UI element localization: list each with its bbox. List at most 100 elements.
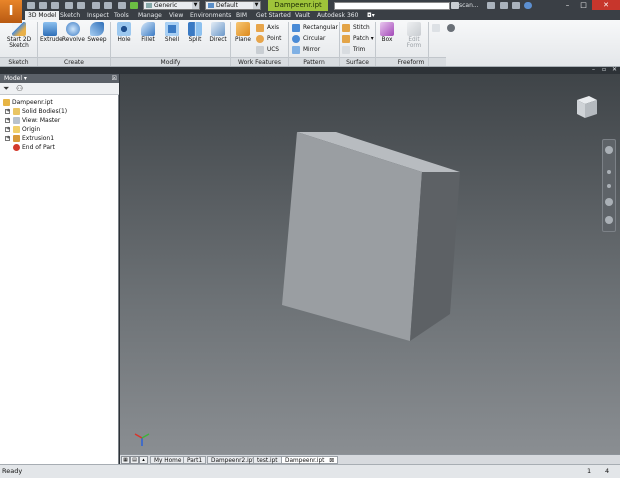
convert-icon (432, 24, 440, 32)
undo-icon[interactable] (65, 2, 73, 9)
document-list-icon[interactable]: ▴ (139, 456, 148, 464)
select-icon[interactable] (118, 2, 126, 9)
split-button[interactable]: Split (185, 22, 205, 43)
doc-tab-dampeenr[interactable]: Dampeenr.ipt ⊠ (281, 456, 339, 464)
panel-label-work-features[interactable]: Work Features (231, 57, 288, 66)
tab-environments[interactable]: Environments (187, 11, 234, 20)
settings-dropdown[interactable] (447, 23, 458, 33)
panel-label-sketch[interactable]: Sketch (0, 57, 37, 66)
panel-label-freeform[interactable]: Freeform (376, 57, 446, 66)
tab-tools[interactable]: Tools (111, 11, 132, 20)
doc-tab-test[interactable]: test.ipt (253, 456, 282, 464)
tab-inspect[interactable]: Inspect (84, 11, 112, 20)
ucs-button[interactable]: UCS (256, 45, 279, 55)
revolve-button[interactable]: Revolve (62, 22, 85, 43)
cascade-windows-icon[interactable]: ▤ (130, 456, 139, 464)
doc-tab-my-home[interactable]: My Home (150, 456, 186, 464)
appearance-combo[interactable]: Generic ▼ (143, 1, 200, 10)
home-icon[interactable] (92, 2, 100, 9)
doc-tab-part1[interactable]: Part1 (183, 456, 207, 464)
tab-bim[interactable]: BIM (233, 11, 250, 20)
tab-sketch[interactable]: Sketch (57, 11, 83, 20)
binoculars-icon[interactable]: ⚇ (16, 85, 23, 93)
redo-icon[interactable] (77, 2, 85, 9)
expand-icon[interactable]: + (5, 109, 10, 114)
ucs-icon (256, 46, 264, 54)
look-at-icon[interactable] (605, 216, 613, 224)
save-icon[interactable] (51, 2, 59, 9)
rectangular-pattern-button[interactable]: Rectangular (292, 23, 338, 33)
panel-label-create[interactable]: Create (38, 57, 110, 66)
convert-button[interactable] (432, 23, 443, 33)
new-file-icon[interactable] (27, 2, 35, 9)
pan-icon[interactable] (607, 170, 611, 174)
help-icon[interactable] (524, 2, 532, 9)
point-button[interactable]: Point (256, 34, 281, 44)
plane-button[interactable]: Plane (233, 22, 253, 43)
ribbon-panel: Start 2D Sketch Sketch Extrude Revolve S… (0, 20, 620, 67)
panel-label-pattern[interactable]: Pattern (289, 57, 339, 66)
box-button[interactable]: Box (378, 22, 396, 43)
maximize-button[interactable]: □ (576, 0, 591, 10)
tab-view[interactable]: View (166, 11, 186, 20)
extrude-button[interactable]: Extrude (40, 22, 63, 43)
mirror-button[interactable]: Mirror (292, 45, 320, 55)
cart-icon[interactable] (487, 2, 495, 9)
tab-vault[interactable]: Vault (292, 11, 313, 20)
doc-tab-dampeenr2[interactable]: Dampeenr2.ipt (207, 456, 259, 464)
viewcube[interactable] (573, 94, 599, 120)
view-rep-combo[interactable]: Default ▼ (205, 1, 261, 10)
patch-button[interactable]: Patch ▾ (342, 34, 374, 44)
cloud-icon[interactable] (512, 2, 520, 9)
edit-form-button[interactable]: Edit Form (402, 22, 426, 49)
rectangular-pattern-icon (292, 24, 300, 32)
viewport-restore-icon[interactable]: ▫ (602, 66, 606, 73)
expand-icon[interactable]: + (5, 118, 10, 123)
shell-button[interactable]: Shell (162, 22, 182, 43)
tab-get-started[interactable]: Get Started (253, 11, 294, 20)
search-input[interactable] (334, 2, 450, 10)
start-2d-sketch-button[interactable]: Start 2D Sketch (4, 22, 34, 49)
fillet-button[interactable]: Fillet (138, 22, 158, 43)
zoom-icon[interactable] (607, 184, 611, 188)
viewport-close-icon[interactable]: ✕ (612, 66, 617, 73)
document-title: Dampeenr.ipt (268, 0, 328, 11)
full-navigation-wheel-icon[interactable] (605, 146, 613, 154)
close-button[interactable]: ✕ (592, 0, 620, 10)
ribbon-options-icon[interactable]: ◘▾ (364, 11, 378, 20)
panel-close-icon[interactable]: ☒ (112, 74, 117, 83)
model-render[interactable] (120, 74, 620, 454)
direct-edit-icon (211, 22, 225, 36)
axis-button[interactable]: Axis (256, 23, 279, 33)
end-of-part-icon (13, 144, 20, 151)
hole-button[interactable]: Hole (114, 22, 134, 43)
user-name[interactable]: scan... (459, 1, 479, 10)
graphics-viewport[interactable] (120, 74, 620, 454)
sweep-button[interactable]: Sweep (87, 22, 107, 43)
update-icon[interactable] (130, 2, 138, 9)
circular-pattern-button[interactable]: Circular (292, 34, 325, 44)
tile-windows-icon[interactable]: ▦ (121, 456, 130, 464)
direct-button[interactable]: Direct (208, 22, 228, 43)
minimize-button[interactable]: – (560, 0, 575, 10)
return-icon[interactable] (104, 2, 112, 9)
solid-bodies-folder-icon (13, 108, 20, 115)
binoculars-icon[interactable] (451, 2, 459, 9)
expand-icon[interactable]: + (5, 127, 10, 132)
orbit-icon[interactable] (605, 198, 613, 206)
app-logo[interactable]: I (0, 0, 22, 23)
tab-autodesk-360[interactable]: Autodesk 360 (314, 11, 361, 20)
stitch-button[interactable]: Stitch (342, 23, 370, 33)
viewport-minimize-icon[interactable]: – (592, 66, 595, 73)
tab-3d-model[interactable]: 3D Model (25, 11, 60, 20)
star-icon[interactable] (500, 2, 508, 9)
chevron-down-icon: ▾ (368, 36, 374, 42)
trim-button[interactable]: Trim (342, 45, 365, 55)
panel-label-surface[interactable]: Surface (340, 57, 375, 66)
filter-icon[interactable]: ⏷ (3, 85, 9, 93)
panel-label-modify[interactable]: Modify (111, 57, 230, 66)
expand-icon[interactable]: + (5, 136, 10, 141)
open-file-icon[interactable] (39, 2, 47, 9)
model-browser-header[interactable]: Model ▾ ☒ (0, 74, 119, 83)
tab-manage[interactable]: Manage (135, 11, 165, 20)
